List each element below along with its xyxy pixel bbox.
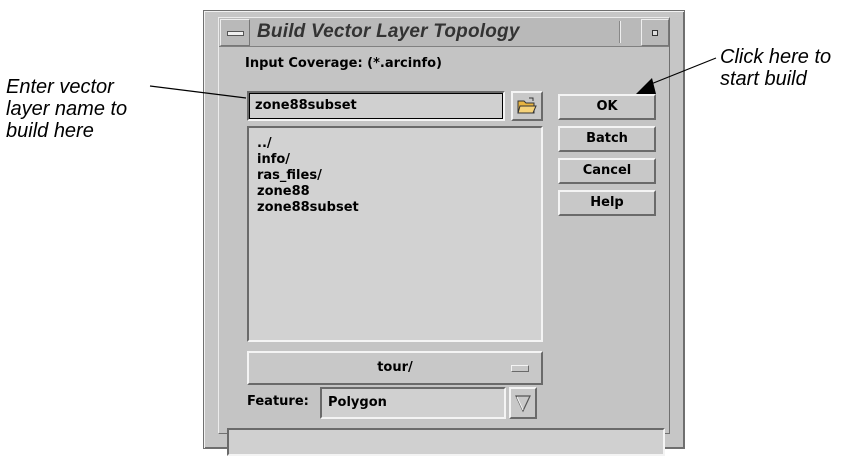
callout-line-right [645, 57, 717, 87]
callout-arrows [149, 57, 717, 99]
callout-arrowhead [636, 78, 656, 94]
callout-line-left [149, 85, 247, 99]
